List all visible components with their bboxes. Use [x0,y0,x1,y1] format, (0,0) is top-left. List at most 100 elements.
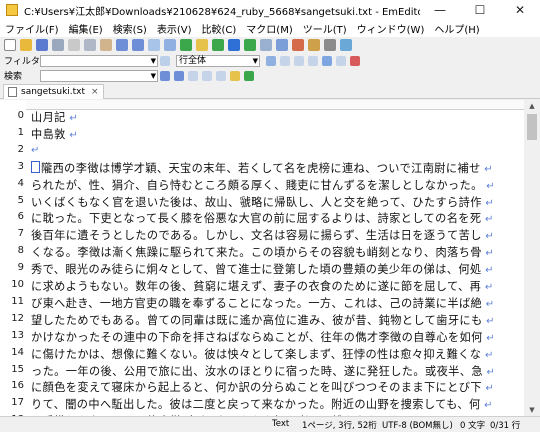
cut-icon[interactable] [68,39,80,51]
document-tab-bar: sangetsuki.txt × [0,84,540,99]
filter-case-icon[interactable] [280,55,290,66]
filter-regex-icon[interactable] [294,55,304,66]
tab-sangetsuki[interactable]: sangetsuki.txt × [3,84,104,99]
editor-line[interactable]: くなる。李徴は漸く焦躁に駆られて来た。この頃からその容貌も峭刻となり、肉落ち骨 … [31,244,494,260]
line-number: 5 [17,194,24,206]
line-break-mark-icon: ↵ [482,298,495,310]
editor-line[interactable]: りて、闇の中へ駈出した。彼は二度と戻って来なかった。附近の山野を捜索しても、何 … [31,396,493,412]
editor-line[interactable]: いくばくもなく官を退いた後は、故山、虢略に帰臥し、人と交を絶って、ひたすら詩作 … [31,194,494,210]
tab-close-icon[interactable]: × [91,87,99,97]
plugin-icon[interactable] [308,39,320,51]
scroll-down-arrow-icon[interactable]: ▼ [524,404,540,416]
line-number: 2 [17,143,24,155]
line-text: 中島敦 [31,127,66,141]
close-button[interactable]: ✕ [500,0,540,20]
settings-icon[interactable] [324,39,336,51]
line-text: 山月記 [31,111,66,124]
save-icon[interactable] [36,39,48,51]
paste-icon[interactable] [100,39,112,51]
status-line-count: 0/31 行 [490,421,521,431]
status-bar: Text 1ページ, 3行, 52桁 UTF-8 (BOM無し) 0 文字 0/… [0,416,540,432]
filter-scope-select[interactable]: 行全体 ▼ [176,54,260,67]
menu-file[interactable]: ファイル(F) [0,21,64,36]
search-regex-icon[interactable] [216,70,226,81]
text-editor[interactable]: 0 山月記 ↵ 1 中島敦 ↵ 2 ↵ 3 隴西の李徴は博学才穎、天宝の末年、若くして名を虎… [0,100,524,428]
status-encoding[interactable]: UTF-8 (BOM無し) [382,419,453,431]
line-text: 隴西の李徴は博学才穎、天宝の末年、若くして名を虎榜に連ね、ついで江南尉に補せ [41,161,481,175]
menu-compare[interactable]: 比較(C) [197,21,242,36]
find-next-icon[interactable] [164,39,176,51]
menu-macros[interactable]: マクロ(M) [241,21,297,36]
scrollbar-thumb[interactable] [527,114,537,140]
emeditor-app-icon [6,4,18,16]
menu-window[interactable]: ウィンドウ(W) [352,21,430,36]
filter-clear-icon[interactable] [350,55,360,66]
undo-icon[interactable] [116,39,128,51]
window-layout-icon[interactable] [212,39,224,51]
print-icon[interactable] [52,39,64,51]
line-number: 3 [17,160,24,172]
editor-line[interactable]: られたが、性、狷介、自ら恃むところ頗る厚く、賤吏に甘んずるを潔しとしなかった。 … [31,177,495,193]
macro-run-icon[interactable] [292,39,304,51]
macro-record-icon[interactable] [276,39,288,51]
search-case-icon[interactable] [188,70,198,81]
line-number: 7 [17,228,24,240]
search-highlight-icon[interactable] [230,70,240,81]
filter-word-icon[interactable] [308,55,318,66]
filter-label: フィルター [4,57,49,67]
compare-icon[interactable] [244,39,256,51]
status-mode[interactable]: Text [272,419,289,429]
editor-line[interactable]: 山月記 ↵ [31,109,78,125]
status-position: 1ページ, 3行, 52桁 [302,421,377,431]
editor-line[interactable]: ↵ [31,143,40,156]
editor-line[interactable]: に傷けたかは、想像に難くない。彼は怏々として楽しまず、狂悖の性は愈々抑え難くな … [31,346,494,362]
help-icon[interactable] [340,39,352,51]
line-break-mark-icon: ↵ [481,282,494,293]
editor-line[interactable]: った。一年の後、公用で旅に出、汝水のほとりに宿った時、遂に発狂した。或夜半、急 … [31,363,495,379]
line-break-mark-icon: ↵ [482,332,496,344]
maximize-button[interactable]: ☐ [460,0,500,20]
split-window-icon[interactable] [228,39,240,51]
editor-line[interactable]: に求めようもない。数年の後、貧窮に堪えず、妻子の衣食のために遂に節を屈して、再 … [31,278,494,294]
search-next-icon[interactable] [174,70,184,81]
scroll-up-arrow-icon[interactable]: ▲ [524,100,540,112]
line-text: び東へ赴き、一地方官吏の職を奉ずることになった。一方、これは、己の詩業に半ば絶 [31,296,483,310]
editor-line[interactable]: 隴西の李徴は博学才穎、天宝の末年、若くして名を虎榜に連ね、ついで江南尉に補せ ↵ [31,160,493,176]
filter-context-icon[interactable] [336,55,346,66]
editor-line[interactable]: かけなかったその連中の下命を拝さねばならぬことが、往年の儁才李徴の自尊心を如何 … [31,329,495,345]
find-icon[interactable] [148,39,160,51]
menu-search[interactable]: 検索(S) [108,21,152,36]
editor-line[interactable]: び東へ赴き、一地方官吏の職を奉ずることになった。一方、これは、己の詩業に半ば絶 … [31,295,495,311]
menu-help[interactable]: ヘルプ(H) [429,21,484,36]
highlight-icon[interactable] [196,39,208,51]
open-folder-icon[interactable] [20,39,32,51]
editor-line[interactable]: 秀で、眼光のみ徒らに炯々として、曾て進士に登第した頃の豊頬の美少年の俤は、何処 … [31,261,494,277]
editor-line[interactable]: に耽った。下吏となって長く膝を俗悪な大官の前に屈するよりは、詩家としての名を死 … [31,210,494,226]
window-title: C:¥Users¥江太郎¥Downloads¥210628¥624_ruby_5… [24,6,420,18]
minimize-button[interactable]: — [420,0,460,20]
filter-scope-value: 行全体 [179,55,207,66]
editor-line[interactable]: 中島敦 ↵ [31,126,78,142]
redo-icon[interactable] [132,39,144,51]
menu-edit[interactable]: 編集(E) [64,21,108,36]
filter-search-icon[interactable] [266,55,276,66]
replace-icon[interactable] [180,39,192,51]
search-input[interactable]: ▼ [40,69,158,82]
menu-tools[interactable]: ツール(T) [298,21,352,36]
filter-options-icon[interactable] [160,55,170,66]
outline-icon[interactable] [260,39,272,51]
search-prev-icon[interactable] [160,70,170,81]
search-word-icon[interactable] [202,70,212,81]
vertical-scrollbar[interactable]: ▲ ▼ [524,100,540,416]
new-file-icon[interactable] [4,39,16,51]
menu-view[interactable]: 表示(V) [152,21,197,36]
editor-line[interactable]: 後百年に遺そうとしたのである。しかし、文名は容易に揚らず、生活は日を逐うて苦し … [31,227,494,243]
editor-line[interactable]: 望したためでもある。曾ての同輩は既に遙か高位に進み、彼が昔、鈍物として歯牙にも … [31,312,495,328]
editor-line[interactable]: に顔色を変えて寝床から起上ると、何か訳の分らぬことを叫びつつそのまま下にとび下 … [31,379,494,395]
status-char-count: 0 文字 [460,421,486,431]
filter-lines-icon[interactable] [322,55,332,66]
filter-input[interactable]: ▼ [40,54,158,67]
line-number: 16 [11,380,24,392]
copy-icon[interactable] [84,39,96,51]
search-replace-icon[interactable] [244,70,254,81]
